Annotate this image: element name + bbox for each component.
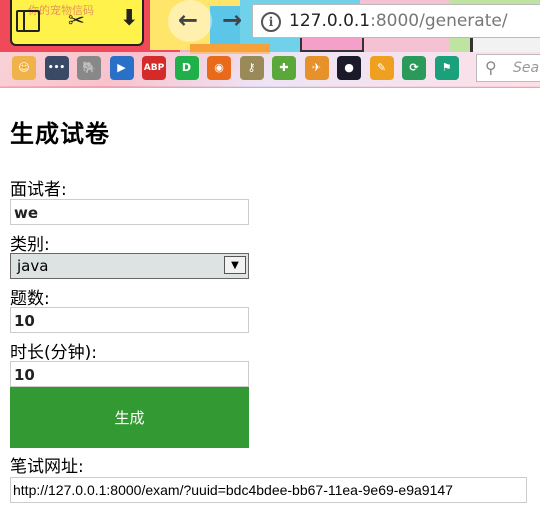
idm-icon[interactable]: D	[174, 56, 199, 80]
firefox-icon[interactable]: ◉	[207, 56, 231, 80]
url-path: :8000/generate/	[370, 11, 508, 31]
forward-arrow-icon[interactable]: →	[222, 6, 242, 34]
exam-url-label: 笔试网址:	[10, 457, 84, 477]
generate-button[interactable]: 生成	[10, 387, 249, 448]
bird-icon[interactable]: ✈	[304, 56, 329, 80]
duration-label: 时长(分钟):	[10, 343, 97, 363]
search-field[interactable]: ⚲ Sea	[476, 54, 540, 82]
ninja-icon[interactable]: ●	[337, 56, 361, 80]
search-icon: ⚲	[485, 58, 497, 77]
interviewer-label: 面试者:	[10, 180, 67, 200]
play-icon[interactable]: ▶	[109, 56, 134, 80]
evernote-icon[interactable]: 🐘	[77, 56, 101, 80]
back-arrow-icon[interactable]: ←	[178, 6, 198, 34]
interviewer-input[interactable]: we	[10, 199, 249, 225]
exam-url-field[interactable]: http://127.0.0.1:8000/exam/?uuid=bdc4bde…	[10, 477, 527, 503]
download-icon[interactable]: ⬇	[120, 8, 138, 30]
extensions-bar: ☺ ••• 🐘 ▶ ABP D ◉ ⚷ ✚ ✈ ● ✎ ⟳ ⚑	[0, 52, 540, 86]
key-icon[interactable]: ⚷	[239, 56, 264, 80]
puzzle-icon[interactable]: ✚	[272, 56, 296, 80]
address-bar[interactable]: i 127.0.0.1:8000/generate/	[252, 4, 540, 38]
adblock-plus-icon[interactable]: ABP	[142, 56, 166, 80]
sidebar-toggle-icon[interactable]	[16, 10, 40, 32]
scissors-icon[interactable]: ✂	[68, 10, 85, 30]
browser-toolbar: 你的宠物信码 ✂ ⬇ ← → i 127.0.0.1:8000/generate…	[0, 0, 540, 88]
toolbar-divider	[0, 87, 540, 88]
question-count-input[interactable]: 10	[10, 307, 249, 333]
sync-icon[interactable]: ⟳	[402, 56, 426, 80]
search-placeholder: Sea	[513, 60, 540, 76]
count-label: 题数:	[10, 289, 50, 309]
pencil-icon[interactable]: ✎	[369, 56, 394, 80]
category-selected-value: java	[17, 257, 49, 275]
more-dots-icon[interactable]: •••	[44, 56, 69, 80]
url-host: 127.0.0.1	[289, 11, 371, 31]
category-select[interactable]: java ▼	[10, 253, 249, 279]
category-label: 类别:	[10, 235, 50, 255]
chevron-down-icon[interactable]: ▼	[224, 256, 246, 274]
flag-icon[interactable]: ⚑	[434, 56, 459, 80]
address-bar-url[interactable]: 127.0.0.1:8000/generate/	[289, 11, 508, 31]
info-icon[interactable]: i	[261, 12, 281, 32]
page-title: 生成试卷	[10, 120, 110, 148]
duration-input[interactable]: 10	[10, 361, 249, 387]
baby-face-icon[interactable]: ☺	[12, 56, 36, 80]
